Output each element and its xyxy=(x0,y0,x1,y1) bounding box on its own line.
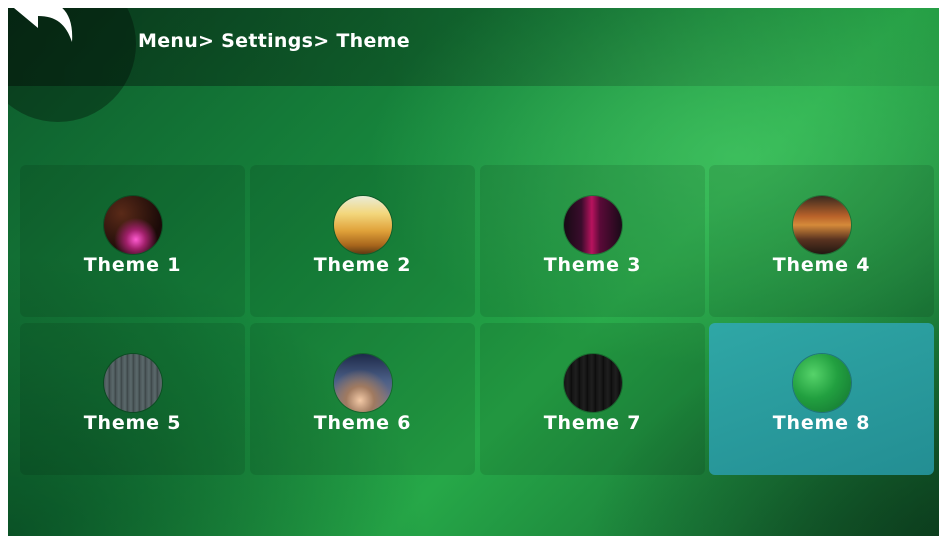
theme-6-thumbnail xyxy=(334,354,392,412)
theme-label: Theme 4 xyxy=(772,254,871,276)
theme-label: Theme 6 xyxy=(313,412,412,434)
theme-2-thumbnail xyxy=(334,196,392,254)
theme-8-thumbnail xyxy=(793,354,851,412)
theme-label: Theme 5 xyxy=(83,412,182,434)
theme-tile-3[interactable]: Theme 3 xyxy=(480,165,705,317)
theme-tile-6[interactable]: Theme 6 xyxy=(250,323,475,475)
theme-label: Theme 7 xyxy=(543,412,642,434)
theme-tile-1[interactable]: Theme 1 xyxy=(20,165,245,317)
theme-7-thumbnail xyxy=(564,354,622,412)
theme-5-thumbnail xyxy=(104,354,162,412)
theme-label: Theme 1 xyxy=(83,254,182,276)
theme-tile-5[interactable]: Theme 5 xyxy=(20,323,245,475)
theme-4-thumbnail xyxy=(793,196,851,254)
theme-tile-2[interactable]: Theme 2 xyxy=(250,165,475,317)
theme-label: Theme 2 xyxy=(313,254,412,276)
theme-settings-screen: Menu> Settings> Theme Theme 1 Theme 2 Th… xyxy=(8,8,939,536)
theme-tile-8-selected[interactable]: Theme 8 xyxy=(709,323,934,475)
theme-1-thumbnail xyxy=(104,196,162,254)
theme-tile-7[interactable]: Theme 7 xyxy=(480,323,705,475)
theme-label: Theme 8 xyxy=(772,412,871,434)
theme-grid: Theme 1 Theme 2 Theme 3 Theme 4 Theme 5 … xyxy=(8,8,939,536)
theme-tile-4[interactable]: Theme 4 xyxy=(709,165,934,317)
theme-3-thumbnail xyxy=(564,196,622,254)
theme-label: Theme 3 xyxy=(543,254,642,276)
